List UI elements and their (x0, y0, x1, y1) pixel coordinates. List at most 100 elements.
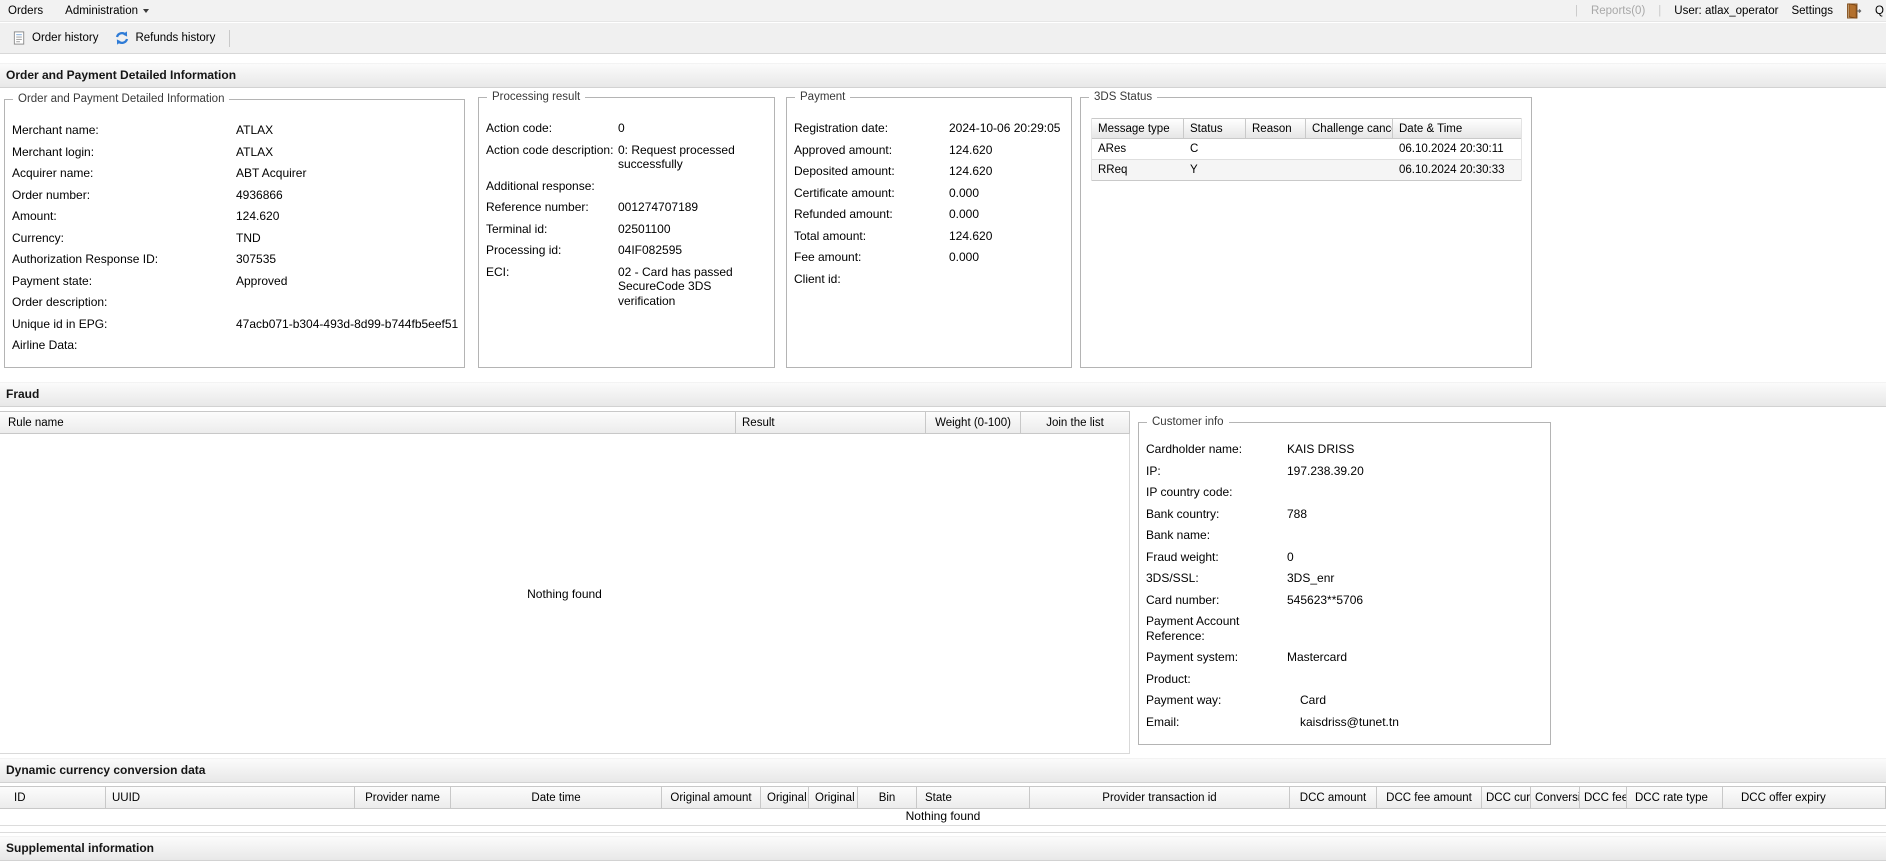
dcc-header-dcc-fee-amount: DCC fee amount (1377, 786, 1482, 809)
menu-administration-label: Administration (65, 5, 138, 17)
tds-header-status: Status (1184, 119, 1246, 138)
field-currency: Currency:TND (12, 231, 456, 246)
menu-orders[interactable]: Orders (8, 5, 43, 17)
field-deposited-amount: Deposited amount:124.620 (794, 164, 1063, 179)
field-3ds-ssl: 3DS/SSL:3DS_enr (1146, 571, 1542, 586)
field-refunded-amount: Refunded amount:0.000 (794, 207, 1063, 222)
user-label: User: atlax_operator (1674, 5, 1778, 17)
field-unique-id-epg: Unique id in EPG:47acb071-b304-493d-8d99… (12, 317, 456, 332)
field-merchant-name: Merchant name:ATLAX (12, 123, 456, 138)
menu-reports[interactable]: Reports(0) (1591, 5, 1645, 17)
field-total-amount: Total amount:124.620 (794, 229, 1063, 244)
order-panel: Order and Payment Detailed Information M… (4, 99, 465, 368)
tds-status-panel: 3DS Status Message type Status Reason Ch… (1080, 97, 1532, 368)
menu-separator: | (1658, 5, 1661, 17)
field-bank-name: Bank name: (1146, 528, 1542, 543)
field-approved-amount: Approved amount:124.620 (794, 143, 1063, 158)
fraud-section-title: Fraud (0, 382, 1886, 407)
refunds-history-icon (114, 30, 130, 46)
dcc-header-dcc-rate-type: DCC rate type (1627, 786, 1723, 809)
menu-administration[interactable]: Administration (65, 5, 149, 17)
dcc-empty-message: Nothing found (0, 809, 1886, 826)
field-fraud-weight: Fraud weight:0 (1146, 550, 1542, 565)
table-row: RReq Y 06.10.2024 20:30:33 (1092, 160, 1521, 181)
tds-header-date-time: Date & Time (1393, 119, 1521, 138)
field-action-code-description: Action code description:0: Request proce… (486, 143, 766, 172)
menu-left: Orders Administration (0, 5, 149, 17)
field-order-number: Order number:4936866 (12, 188, 456, 203)
fraud-header-weight: Weight (0-100) (926, 411, 1021, 434)
processing-result-panel: Processing result Action code:0 Action c… (478, 97, 775, 368)
logout-door-icon[interactable] (1846, 3, 1862, 19)
dcc-header-dcc-amount: DCC amount (1290, 786, 1377, 809)
field-email: Email:kaisdriss@tunet.tn (1146, 715, 1542, 730)
toolbar-separator (229, 30, 230, 47)
divider (0, 832, 1886, 833)
field-payment-way: Payment way:Card (1146, 693, 1542, 708)
payment-panel: Payment Registration date:2024-10-06 20:… (786, 97, 1072, 368)
order-history-label: Order history (32, 32, 98, 44)
dcc-section-title: Dynamic currency conversion data (0, 758, 1886, 783)
dcc-header-date-time: Date time (451, 786, 662, 809)
dcc-header-dcc-offer-expiry: DCC offer expiry (1723, 786, 1886, 809)
order-history-button[interactable]: Order history (4, 26, 106, 50)
fraud-empty-message: Nothing found (527, 587, 602, 601)
table-row: ARes C 06.10.2024 20:30:11 (1092, 139, 1521, 160)
dcc-header-state: State (917, 786, 1030, 809)
menu-bar: Orders Administration | Reports(0) | Use… (0, 0, 1886, 22)
field-auth-response-id: Authorization Response ID:307535 (12, 252, 456, 267)
dcc-header-provider-transaction-id: Provider transaction id (1030, 786, 1290, 809)
field-merchant-login: Merchant login:ATLAX (12, 145, 456, 160)
dcc-header-original-amount: Original amount (662, 786, 761, 809)
field-payment-account-reference: Payment Account Reference: (1146, 614, 1542, 643)
field-order-description: Order description: (12, 295, 456, 310)
field-certificate-amount: Certificate amount:0.000 (794, 186, 1063, 201)
field-action-code: Action code:0 (486, 121, 766, 136)
field-product: Product: (1146, 672, 1542, 687)
page-title: Order and Payment Detailed Information (0, 63, 1886, 88)
dcc-header-dcc-fee: DCC fee (1580, 786, 1627, 809)
refunds-history-button[interactable]: Refunds history (106, 26, 223, 50)
dcc-header-original-currency: Original c (809, 786, 858, 809)
menu-quit[interactable]: Q (1875, 5, 1884, 17)
supplemental-section-title: Supplemental information (0, 836, 1886, 861)
menu-settings[interactable]: Settings (1791, 5, 1833, 17)
tds-status-table: Message type Status Reason Challenge can… (1091, 118, 1522, 181)
toolbar: Order history Refunds history (0, 23, 1886, 54)
field-payment-system: Payment system:Mastercard (1146, 650, 1542, 665)
order-history-icon (12, 30, 27, 46)
dcc-header-id: ID (0, 786, 106, 809)
field-amount: Amount:124.620 (12, 209, 456, 224)
field-terminal-id: Terminal id:02501100 (486, 222, 766, 237)
field-reference-number: Reference number:001274707189 (486, 200, 766, 215)
field-processing-id: Processing id:04IF082595 (486, 243, 766, 258)
dcc-header-original-fee: Original f (761, 786, 809, 809)
field-client-id: Client id: (794, 272, 1063, 287)
field-payment-state: Payment state:Approved (12, 274, 456, 289)
dcc-header-conversion: Conversi (1531, 786, 1580, 809)
field-eci: ECI:02 - Card has passed SecureCode 3DS … (486, 265, 766, 309)
refunds-history-label: Refunds history (135, 32, 215, 44)
dcc-header-dcc-currency: DCC curr (1482, 786, 1531, 809)
tds-header-challenge-cancel: Challenge cancel (1306, 119, 1393, 138)
tds-status-legend: 3DS Status (1089, 90, 1157, 104)
field-registration-date: Registration date:2024-10-06 20:29:05 (794, 121, 1063, 136)
tds-table-header: Message type Status Reason Challenge can… (1092, 118, 1521, 139)
dcc-header-uuid: UUID (106, 786, 355, 809)
tds-header-reason: Reason (1246, 119, 1306, 138)
fraud-table-header: Rule name Result Weight (0-100) Join the… (0, 411, 1130, 434)
menu-separator: | (1575, 5, 1578, 17)
fraud-header-result: Result (736, 411, 926, 434)
field-airline-data: Airline Data: (12, 338, 456, 353)
menu-right: | Reports(0) | User: atlax_operator Sett… (1575, 0, 1884, 22)
field-acquirer-name: Acquirer name:ABT Acquirer (12, 166, 456, 181)
field-fee-amount: Fee amount:0.000 (794, 250, 1063, 265)
tds-header-message-type: Message type (1092, 119, 1184, 138)
dcc-header-bin: Bin (858, 786, 917, 809)
field-additional-response: Additional response: (486, 179, 766, 194)
field-ip-country-code: IP country code: (1146, 485, 1542, 500)
fraud-header-rule-name: Rule name (0, 411, 736, 434)
dcc-table-header: ID UUID Provider name Date time Original… (0, 786, 1886, 809)
field-cardholder-name: Cardholder name:KAIS DRISS (1146, 442, 1542, 457)
field-bank-country: Bank country:788 (1146, 507, 1542, 522)
